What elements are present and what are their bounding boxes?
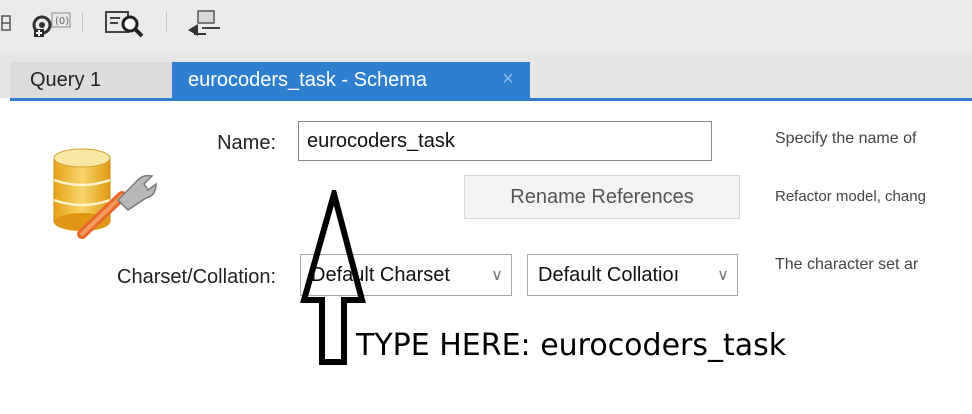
chevron-down-icon: ∨ bbox=[717, 267, 729, 284]
svg-text:(0): (0) bbox=[55, 16, 69, 27]
tab-query-1[interactable]: Query 1 bbox=[10, 62, 172, 98]
tab-label: Query 1 bbox=[30, 68, 102, 91]
database-wrench-icon bbox=[48, 148, 160, 240]
toolbar-separator bbox=[166, 12, 167, 32]
charset-collation-label: Charset/Collation: bbox=[117, 266, 276, 288]
rename-hint: Refactor model, chang bbox=[775, 188, 926, 205]
schema-name-input[interactable] bbox=[298, 121, 712, 161]
name-hint: Specify the name of bbox=[775, 130, 917, 147]
collation-select-value: Default Collatioı bbox=[538, 263, 680, 286]
tab-schema[interactable]: eurocoders_task - Schema bbox=[172, 62, 530, 98]
rename-references-button[interactable]: Rename References bbox=[464, 175, 740, 219]
toolbar: (0) bbox=[0, 0, 972, 52]
annotation-text: TYPE HERE: eurocoders_task bbox=[356, 328, 787, 363]
name-label: Name: bbox=[217, 132, 276, 154]
toolbar-separator bbox=[82, 12, 83, 32]
add-gear-icon[interactable]: (0) bbox=[28, 8, 74, 38]
sync-icon[interactable] bbox=[184, 8, 224, 38]
schema-icon[interactable] bbox=[0, 8, 14, 38]
close-icon[interactable]: × bbox=[497, 67, 519, 91]
inspect-icon[interactable] bbox=[104, 8, 148, 38]
chevron-down-icon: ∨ bbox=[491, 267, 503, 284]
charset-hint: The character set ar bbox=[775, 256, 919, 273]
tab-label: eurocoders_task - Schema bbox=[188, 68, 428, 91]
collation-select[interactable]: Default Collatioı ∨ bbox=[527, 254, 738, 296]
